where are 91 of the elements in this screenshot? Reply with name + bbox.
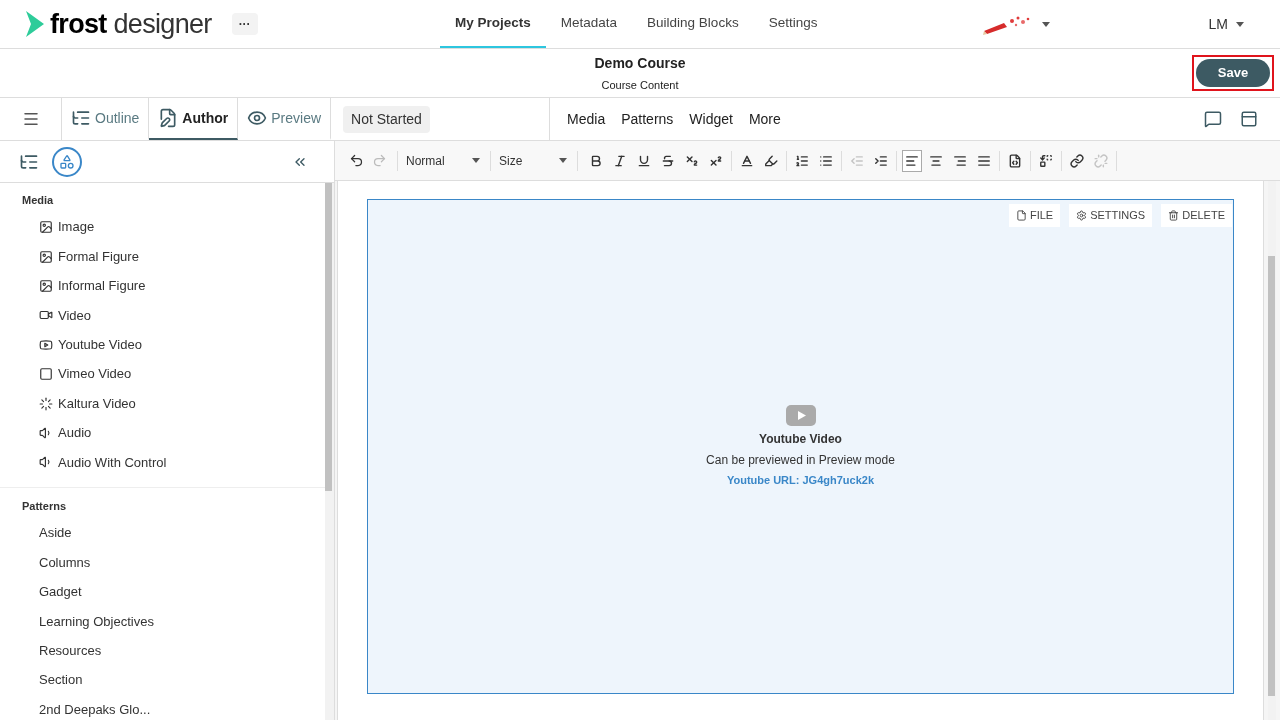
course-subtitle: Course Content [601,77,679,93]
block-item[interactable]: Resources [0,636,325,666]
mode-tab[interactable]: Author [149,98,239,140]
block-action-button[interactable]: SETTINGS [1069,204,1153,227]
block-item[interactable]: 2nd Deepaks Glo... [0,694,325,720]
group-heading: Patterns [21,499,68,514]
blocks-button[interactable] [52,146,82,177]
insert-menu-item[interactable]: Widget [681,98,741,140]
superscript-icon [709,153,723,168]
align-left-button[interactable] [902,149,922,172]
nav-tab[interactable]: Settings [753,0,833,48]
status-badge: Not Started [343,105,430,133]
caret-icon [559,158,567,163]
spinner-icon [39,396,53,411]
block-item[interactable]: Formal Figure [0,241,325,272]
gear-icon [1076,210,1088,221]
numbered-list-icon [795,153,809,168]
italic-icon [613,153,627,168]
youtube-url: Youtube URL: JG4gh7uck2k [726,472,875,488]
bullet-list-icon [819,153,833,168]
block-item[interactable]: Section [0,665,325,695]
block-item[interactable]: Audio With Control [0,447,325,477]
underline-icon [637,153,651,168]
justify-icon [977,153,991,168]
align-right-icon [953,153,967,168]
block-item[interactable]: Image [0,212,325,242]
redo-icon [372,153,387,168]
unlink-icon [1094,153,1108,168]
logo-text: frost designer [50,10,212,38]
nav-tab[interactable]: Building Blocks [632,0,754,48]
block-note: Can be previewed in Preview mode [706,451,895,469]
trash-icon [1168,210,1180,221]
tree-icon [71,108,91,128]
block-item[interactable]: Informal Figure [0,271,325,301]
insert-menu-item[interactable]: Media [550,98,614,140]
mode-tab[interactable]: Outline [62,98,150,140]
indent-icon [874,153,888,168]
course-title: Demo Course [594,53,686,73]
size-select[interactable]: Size [499,151,569,170]
align-center-icon [929,153,943,168]
block-item[interactable]: Aside [0,518,325,548]
text-color-icon [740,153,754,168]
mode-tab[interactable]: Preview [238,98,332,140]
nav-tab[interactable]: Metadata [545,0,633,48]
dropdown-caret-icon [1042,21,1051,27]
block-item[interactable]: Learning Objectives [0,606,325,637]
outdent-icon [850,153,864,168]
group-heading: Media [21,193,55,208]
block-item[interactable]: Columns [0,547,325,578]
youtube-block[interactable]: FILE SETTINGS DELETE Youtube Video Can be previewed in Preview mode Youtube URL: JG4gh7uck2k [367,199,1234,694]
format-select[interactable]: Normal [406,151,482,170]
logo-icon [24,9,46,39]
nav-tab[interactable]: My Projects [440,0,546,48]
panel-icon [1240,110,1258,128]
shapes-icon [59,153,75,170]
scrollbar-thumb[interactable] [1268,256,1275,696]
scrollbar-thumb[interactable] [325,183,332,491]
subscript-icon [685,153,699,168]
block-item[interactable]: Vimeo Video [0,359,325,389]
edit-icon [158,108,179,128]
eye-icon [247,108,268,128]
block-item[interactable]: Kaltura Video [0,388,325,419]
link-icon [1070,153,1084,168]
image-icon [39,278,53,293]
play-icon [39,337,53,352]
code-file-icon [1008,153,1022,168]
file-icon [1015,210,1027,221]
align-left-icon [905,153,919,168]
block-item[interactable]: Video [0,300,325,331]
insert-menu-item[interactable]: Patterns [613,98,682,140]
block-item[interactable]: Gadget [0,577,325,607]
save-button[interactable]: Save [1196,59,1270,87]
block-item[interactable]: Youtube Video [0,330,325,360]
bold-icon [589,153,603,168]
more-button[interactable]: ··· [231,13,258,35]
comment-icon [1204,110,1222,128]
undo-icon [349,153,364,168]
highlight-icon [764,153,778,168]
strikethrough-icon [661,153,675,168]
caret-icon [1236,21,1244,27]
image-icon [39,249,53,264]
play-icon [785,404,816,426]
block-item[interactable]: Audio [0,418,325,448]
square-icon [39,367,53,382]
image-icon [39,220,53,235]
insert-menu-item[interactable]: More [740,98,789,140]
block-title: Youtube Video [759,430,842,448]
block-action-button[interactable]: DELETE [1161,204,1232,227]
user-menu[interactable]: LM [1208,13,1244,35]
caret-icon [472,158,480,163]
block-action-button[interactable]: FILE [1008,204,1061,227]
